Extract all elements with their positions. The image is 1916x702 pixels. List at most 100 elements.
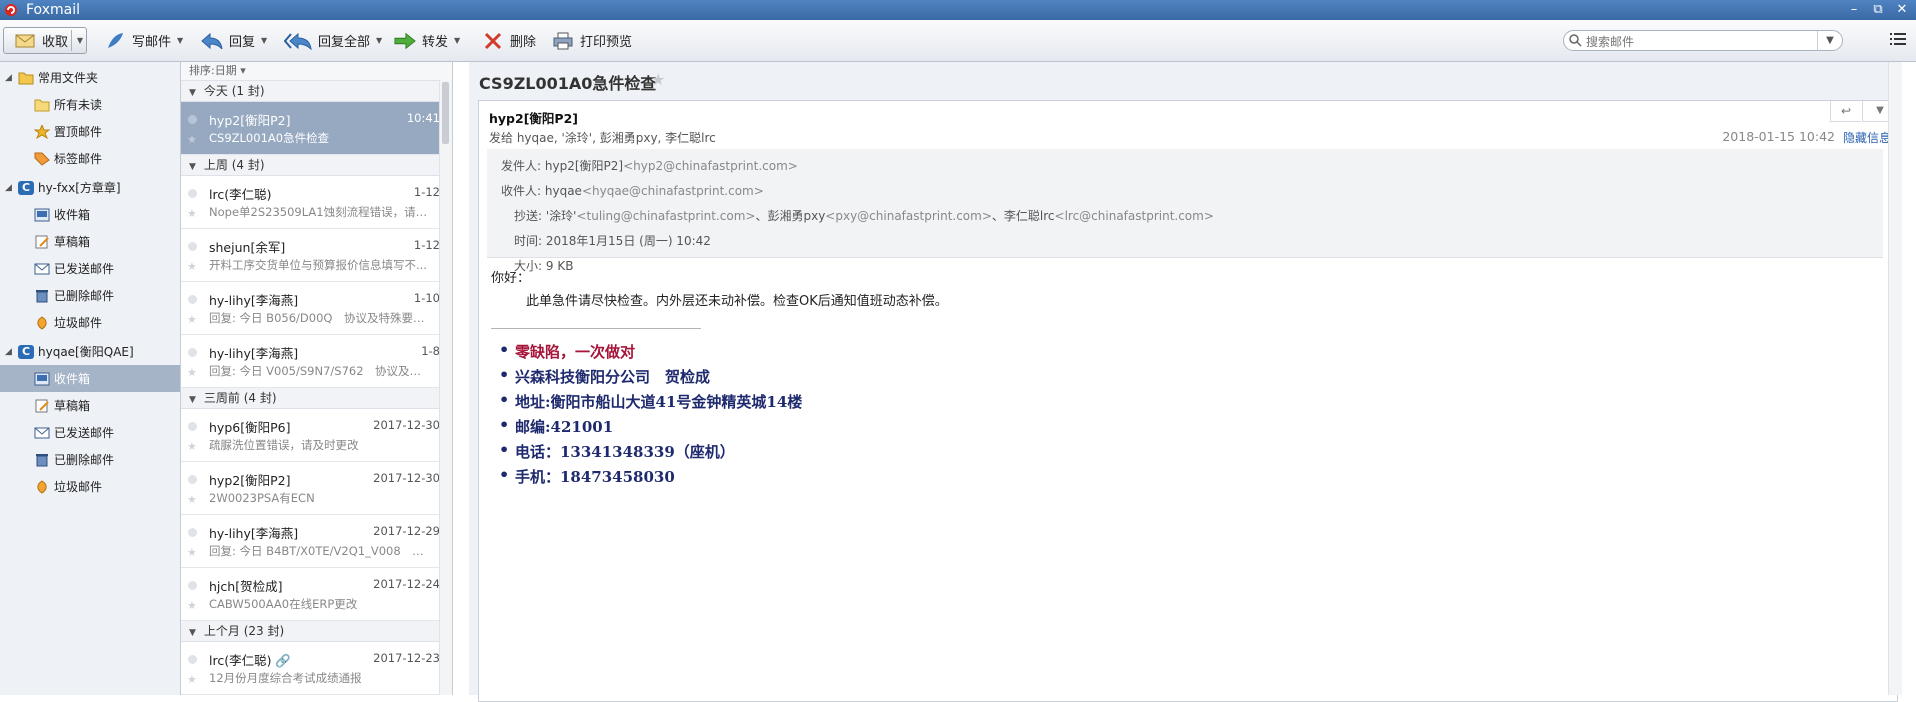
quick-reply-icon[interactable]: ↩ — [1830, 101, 1861, 122]
folder-item-inbox-selected[interactable]: 收件箱 — [0, 365, 180, 392]
from-email[interactable]: <hyp2@chinafastprint.com> — [623, 159, 798, 173]
message-item[interactable]: ★ hyp2[衡阳P2] 2017-12-30 2W0023PSA有ECN — [181, 462, 452, 515]
group-header-today[interactable]: ▼ 今天 (1 封) — [181, 81, 452, 102]
star-icon[interactable]: ★ — [651, 70, 665, 89]
read-status-dot-icon[interactable] — [188, 348, 197, 357]
search-input[interactable] — [1584, 32, 1803, 51]
read-status-dot-icon[interactable] — [188, 115, 197, 124]
chevron-down-icon[interactable]: ▼ — [177, 36, 183, 45]
message-list-scrollbar[interactable] — [439, 80, 452, 695]
message-item[interactable]: ★ hy-lihy[李海燕] 1-10 回复: 今日 B056/D00Q 协议及… — [181, 282, 452, 335]
cc-contact[interactable]: '涂玲' — [546, 209, 577, 223]
collapse-triangle-icon[interactable]: ▼ — [189, 162, 196, 172]
folder-item-sent[interactable]: 已发送邮件 — [0, 419, 180, 446]
message-item[interactable]: ★ lrc(李仁聪) 🔗 2017-12-23 12月份月度综合考试成绩通报 — [181, 642, 452, 695]
group-header-last-week[interactable]: ▼ 上周 (4 封) — [181, 155, 452, 176]
folder-item-junk[interactable]: 垃圾邮件 — [0, 473, 180, 500]
message-item[interactable]: ★ hyp6[衡阳P6] 2017-12-30 疏脲洗位置错误，请及时更改 — [181, 409, 452, 462]
from-name[interactable]: hyp2[衡阳P2] — [489, 108, 578, 127]
menu-icon[interactable] — [1890, 32, 1906, 46]
read-status-dot-icon[interactable] — [188, 242, 197, 251]
star-icon[interactable]: ★ — [187, 546, 197, 559]
chevron-down-icon[interactable]: ▼ — [77, 36, 83, 45]
read-status-dot-icon[interactable] — [188, 189, 197, 198]
to-contact[interactable]: hyqae — [545, 184, 582, 198]
folder-item-junk[interactable]: 垃圾邮件 — [0, 309, 180, 336]
star-icon[interactable]: ★ — [187, 207, 197, 220]
message-item[interactable]: ★ shejun[余军] 1-12 开料工序交货单位与预算报价信息填写不... — [181, 229, 452, 282]
group-label: 三周前 (4 封) — [203, 391, 277, 405]
star-icon[interactable]: ★ — [187, 260, 197, 273]
folder-item-drafts[interactable]: 草稿箱 — [0, 392, 180, 419]
collapse-triangle-icon[interactable]: ◢ — [5, 73, 12, 83]
collapse-triangle-icon[interactable]: ◢ — [5, 183, 12, 193]
message-date: 2017-12-30 — [373, 471, 440, 485]
collapse-triangle-icon[interactable]: ▼ — [189, 628, 196, 638]
cc-contact[interactable]: 、李仁聪lrc — [992, 209, 1055, 223]
cc-email[interactable]: <tuling@chinafastprint.com> — [576, 209, 755, 223]
folder-item-drafts[interactable]: 草稿箱 — [0, 228, 180, 255]
cc-email[interactable]: <pxy@chinafastprint.com> — [825, 209, 992, 223]
sort-dropdown[interactable]: 排序:日期 ▾ — [181, 62, 452, 81]
to-email[interactable]: <hyqae@chinafastprint.com> — [582, 184, 764, 198]
message-date: 1-8 — [421, 344, 440, 358]
star-icon[interactable]: ★ — [187, 493, 197, 506]
star-icon[interactable]: ★ — [187, 599, 197, 612]
account-hyqae[interactable]: ◢ C hyqae[衡阳QAE] — [0, 338, 180, 365]
read-status-dot-icon[interactable] — [188, 581, 197, 590]
print-preview-button[interactable]: 打印预览 — [552, 27, 632, 54]
chevron-down-icon[interactable]: ▼ — [454, 36, 460, 45]
close-window-button[interactable]: ✕ — [1892, 1, 1912, 19]
folder-item-deleted[interactable]: 已删除邮件 — [0, 282, 180, 309]
cc-email[interactable]: <lrc@chinafastprint.com> — [1055, 209, 1214, 223]
search-options-chevron-icon[interactable]: ▼ — [1817, 31, 1842, 50]
folder-group-common[interactable]: ◢ 常用文件夹 — [0, 64, 180, 91]
delete-button[interactable]: 删除 — [482, 27, 536, 54]
account-hy-fxx[interactable]: ◢ C hy-fxx[方章章] — [0, 174, 180, 201]
reply-all-button[interactable]: 回复全部 ▼ — [284, 27, 382, 54]
message-item[interactable]: ★ hy-lihy[李海燕] 1-8 回复: 今日 V005/S9N7/S762… — [181, 335, 452, 388]
chevron-down-icon[interactable]: ▼ — [376, 36, 382, 45]
message-item[interactable]: ★ lrc(李仁聪) 1-12 Nope单2S23509LA1蚀刻流程错误，请第… — [181, 176, 452, 229]
receive-button[interactable]: 收取 ▼ — [3, 27, 87, 54]
read-status-dot-icon[interactable] — [188, 475, 197, 484]
message-item-selected[interactable]: ★ hyp2[衡阳P2] 10:41 CS9ZL001A0急件检查 — [181, 102, 452, 155]
message-item[interactable]: ★ hjch[贺检成] 2017-12-24 CABW500AA0在线ERP更改 — [181, 568, 452, 621]
read-status-dot-icon[interactable] — [188, 422, 197, 431]
star-icon[interactable]: ★ — [187, 673, 197, 686]
reading-pane-scrollbar[interactable] — [1888, 62, 1902, 695]
collapse-triangle-icon[interactable]: ▼ — [189, 395, 196, 405]
read-status-dot-icon[interactable] — [188, 295, 197, 304]
cc-contact[interactable]: 、彭湘勇pxy — [755, 209, 825, 223]
chevron-down-icon[interactable]: ▼ — [261, 36, 267, 45]
group-header-last-month[interactable]: ▼ 上个月 (23 封) — [181, 621, 452, 642]
reply-button[interactable]: 回复 ▼ — [201, 27, 267, 54]
star-icon[interactable]: ★ — [187, 313, 197, 326]
star-icon[interactable]: ★ — [187, 133, 197, 146]
group-header-three-weeks-ago[interactable]: ▼ 三周前 (4 封) — [181, 388, 452, 409]
folder-icon — [18, 72, 34, 84]
folder-item-deleted[interactable]: 已删除邮件 — [0, 446, 180, 473]
forward-button[interactable]: 转发 ▼ — [394, 27, 460, 54]
hide-info-link[interactable]: 隐藏信息 — [1843, 129, 1891, 146]
minimize-button[interactable]: – — [1844, 1, 1864, 19]
folder-item-pinned[interactable]: 置顶邮件 — [0, 118, 180, 145]
folder-item-sent[interactable]: 已发送邮件 — [0, 255, 180, 282]
collapse-triangle-icon[interactable]: ▼ — [189, 88, 196, 98]
from-contact[interactable]: hyp2[衡阳P2] — [545, 159, 623, 173]
message-item[interactable]: ★ hy-lihy[李海燕] 2017-12-29 回复: 今日 B4BT/X0… — [181, 515, 452, 568]
collapse-triangle-icon[interactable]: ◢ — [5, 347, 12, 357]
search-box[interactable]: ▼ — [1563, 30, 1843, 51]
compose-button[interactable]: 写邮件 ▼ — [104, 27, 183, 54]
read-status-dot-icon[interactable] — [188, 528, 197, 537]
star-icon[interactable]: ★ — [187, 440, 197, 453]
folder-item-tagged[interactable]: 标签邮件 — [0, 145, 180, 172]
scrollbar-thumb[interactable] — [442, 82, 449, 144]
group-label: 上个月 (23 封) — [203, 624, 285, 638]
restore-button[interactable]: ⧉ — [1868, 1, 1888, 19]
message-sender: hyp6[衡阳P6] — [209, 420, 291, 435]
folder-item-inbox[interactable]: 收件箱 — [0, 201, 180, 228]
star-icon[interactable]: ★ — [187, 366, 197, 379]
folder-item-all-unread[interactable]: 所有未读 — [0, 91, 180, 118]
read-status-dot-icon[interactable] — [188, 655, 197, 664]
